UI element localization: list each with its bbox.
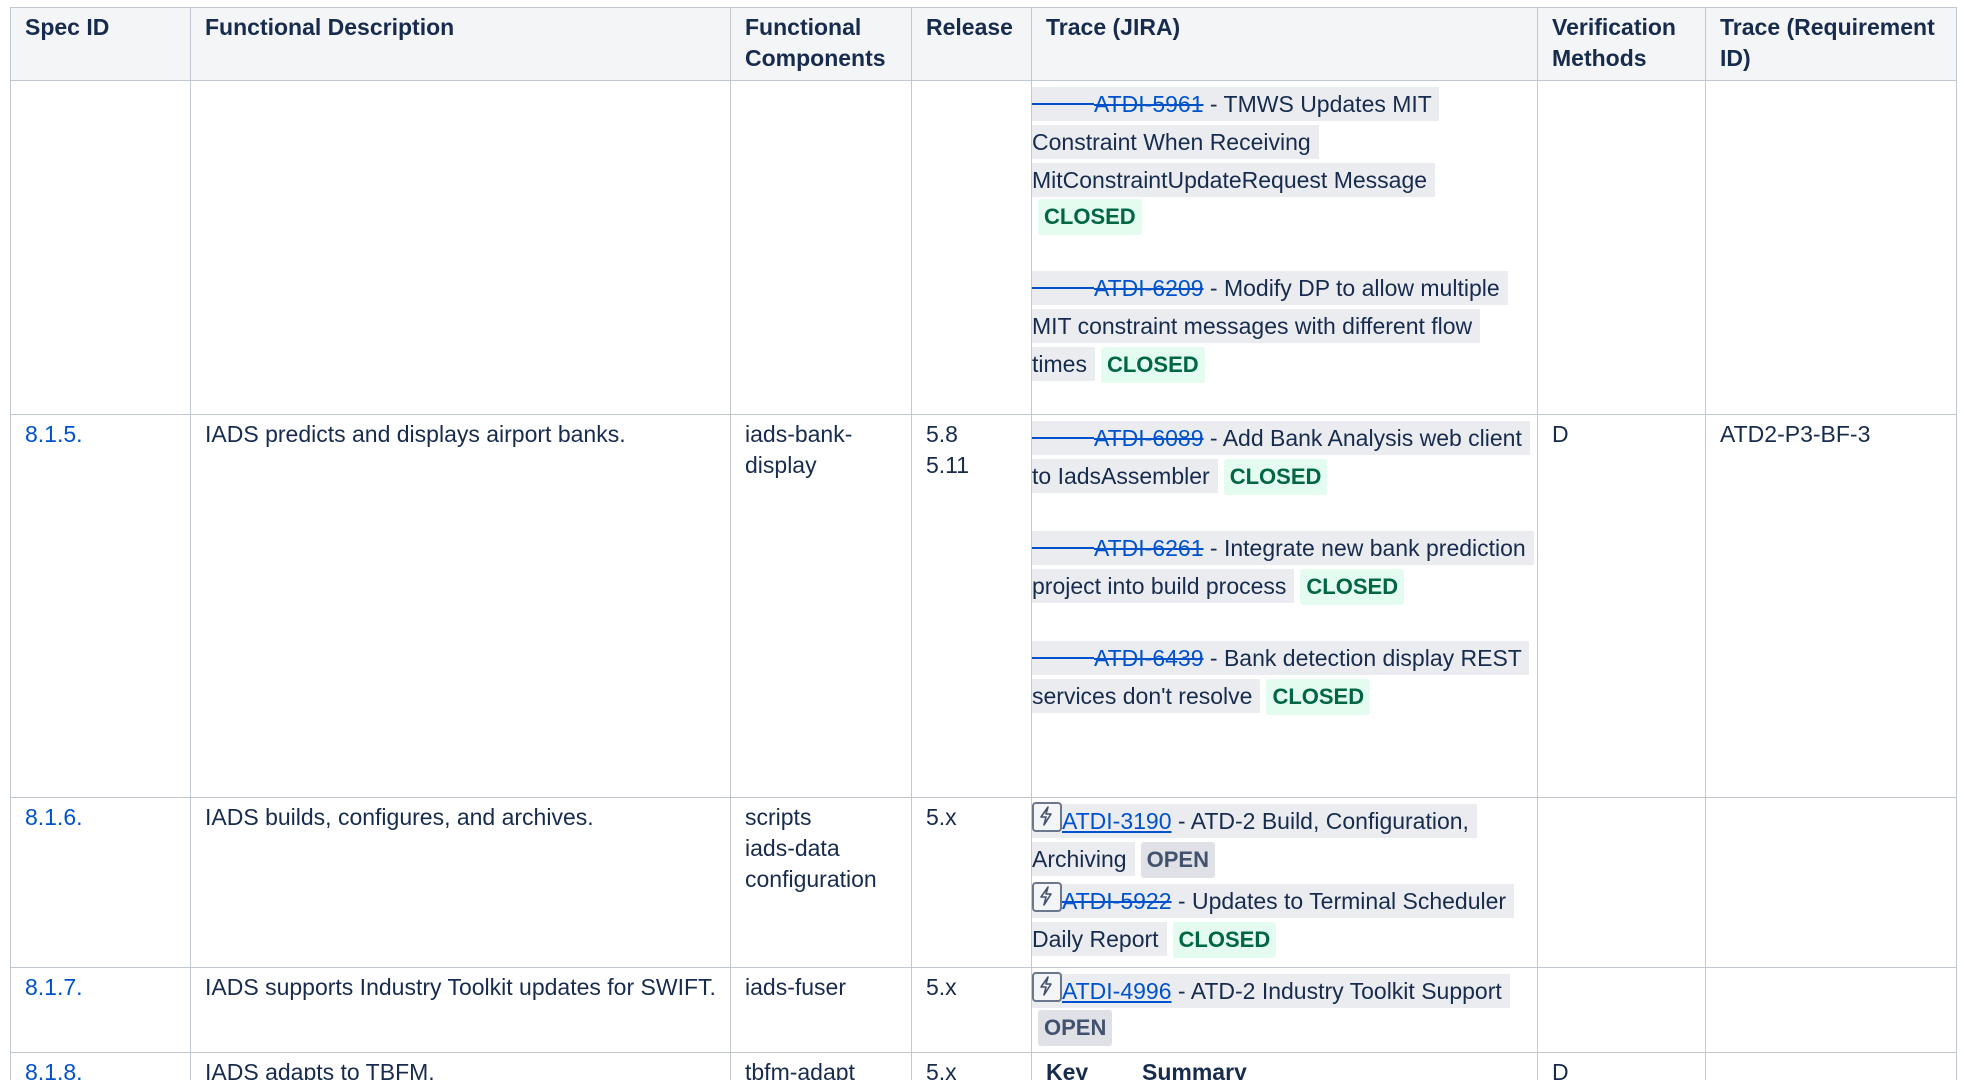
table-row: 8.1.7. IADS supports Industry Toolkit up… bbox=[10, 967, 1957, 1053]
component-value: configuration bbox=[745, 866, 877, 892]
issue-key-link[interactable]: ATDI-6261 bbox=[1094, 535, 1204, 561]
description-cell bbox=[190, 80, 731, 415]
table-row: 8.1.8. IADS adapts to TBFM. tbfm-adapt 5… bbox=[10, 1052, 1957, 1080]
verification-cell: D bbox=[1537, 414, 1706, 798]
spec-id-link[interactable]: 8.1.5. bbox=[25, 421, 83, 447]
page: Spec ID Functional Description Functiona… bbox=[0, 0, 1964, 1080]
release-value: 5.8 bbox=[926, 421, 958, 447]
status-badge: CLOSED bbox=[1300, 569, 1405, 605]
component-value: iads-data bbox=[745, 835, 840, 861]
jira-issue: ATDI-6209 - Modify DP to allow multiple … bbox=[1032, 269, 1531, 383]
col-header-trace-requirement-id[interactable]: Trace (Requirement ID) bbox=[1705, 7, 1957, 81]
col-header-functional-components[interactable]: Functional Components bbox=[730, 7, 912, 81]
spec-id-cell: 8.1.7. bbox=[10, 967, 191, 1053]
epic-lightning-icon bbox=[1032, 972, 1062, 1002]
components-cell: iads-fuser bbox=[730, 967, 912, 1053]
status-badge: CLOSED bbox=[1172, 922, 1277, 958]
components-cell bbox=[730, 80, 912, 415]
issue-key-link[interactable]: ATDI-5922 bbox=[1062, 888, 1172, 914]
release-cell: 5.x bbox=[911, 967, 1032, 1053]
description-cell: IADS adapts to TBFM. bbox=[190, 1052, 731, 1080]
status-badge: CLOSED bbox=[1038, 199, 1142, 235]
requirement-cell bbox=[1705, 80, 1957, 415]
release-value: 5.11 bbox=[926, 452, 970, 478]
description-cell: IADS supports Industry Toolkit updates f… bbox=[190, 967, 731, 1053]
subtable-header-key[interactable]: Key bbox=[1046, 1057, 1142, 1080]
jira-issue: ATDI-3190 - ATD-2 Build, Configuration, … bbox=[1032, 802, 1531, 878]
header-row: Spec ID Functional Description Functiona… bbox=[10, 7, 1957, 81]
issue-key-link[interactable]: ATDI-5961 bbox=[1094, 91, 1204, 117]
components-cell: iads-bank-display bbox=[730, 414, 912, 798]
jira-issue: ATDI-6261 - Integrate new bank predictio… bbox=[1032, 529, 1534, 605]
requirement-cell bbox=[1705, 967, 1957, 1053]
requirement-cell bbox=[1705, 1052, 1957, 1080]
trace-jira-cell: ATDI-6089 - Add Bank Analysis web client… bbox=[1031, 414, 1538, 798]
jira-issue: ATDI-5961 - TMWS Updates MIT Constraint … bbox=[1032, 85, 1531, 235]
status-badge: OPEN bbox=[1140, 842, 1215, 878]
col-header-trace-jira[interactable]: Trace (JIRA) bbox=[1031, 7, 1538, 81]
issue-key-link[interactable]: ATDI-6089 bbox=[1094, 425, 1204, 451]
release-cell: 5.x bbox=[911, 797, 1032, 968]
jira-issue: ATDI-5922 - Updates to Terminal Schedule… bbox=[1032, 882, 1531, 958]
spec-id-link[interactable]: 8.1.6. bbox=[25, 804, 83, 830]
epic-lightning-icon bbox=[1032, 882, 1062, 912]
verification-cell bbox=[1537, 967, 1706, 1053]
spec-id-cell bbox=[10, 80, 191, 415]
spec-id-link[interactable]: 8.1.8. bbox=[25, 1059, 83, 1080]
verification-cell: D bbox=[1537, 1052, 1706, 1080]
verification-cell bbox=[1537, 797, 1706, 968]
epic-lightning-icon bbox=[1032, 802, 1062, 832]
subtable-header-summary[interactable]: Summary bbox=[1142, 1057, 1247, 1080]
col-header-verification-methods[interactable]: Verification Methods bbox=[1537, 7, 1706, 81]
issue-key-link[interactable]: ATDI-6209 bbox=[1094, 275, 1204, 301]
requirement-cell bbox=[1705, 797, 1957, 968]
components-cell: tbfm-adapt bbox=[730, 1052, 912, 1080]
strike-marker bbox=[1032, 656, 1094, 659]
col-header-spec-id[interactable]: Spec ID bbox=[10, 7, 191, 81]
table-row: 8.1.6. IADS builds, configures, and arch… bbox=[10, 797, 1957, 968]
table-row: 8.1.5. IADS predicts and displays airpor… bbox=[10, 414, 1957, 798]
trace-jira-cell: ATDI-3190 - ATD-2 Build, Configuration, … bbox=[1031, 797, 1538, 968]
verification-cell bbox=[1537, 80, 1706, 415]
issue-key-link[interactable]: ATDI-4996 bbox=[1062, 978, 1172, 1004]
spec-id-link[interactable]: 8.1.7. bbox=[25, 974, 83, 1000]
col-header-functional-description[interactable]: Functional Description bbox=[190, 7, 731, 81]
trace-jira-cell: ATDI-5961 - TMWS Updates MIT Constraint … bbox=[1031, 80, 1538, 415]
trace-jira-cell: ATDI-4996 - ATD-2 Industry Toolkit Suppo… bbox=[1031, 967, 1538, 1053]
release-cell: 5.x bbox=[911, 1052, 1032, 1080]
release-cell: 5.8 5.11 bbox=[911, 414, 1032, 798]
description-cell: IADS builds, configures, and archives. bbox=[190, 797, 731, 968]
spec-id-cell: 8.1.5. bbox=[10, 414, 191, 798]
col-header-release[interactable]: Release bbox=[911, 7, 1032, 81]
issue-summary: TMWS Updates MIT Constraint When Receivi… bbox=[1032, 91, 1432, 193]
issue-key-link[interactable]: ATDI-6439 bbox=[1094, 645, 1204, 671]
table-row: ATDI-5961 - TMWS Updates MIT Constraint … bbox=[10, 80, 1957, 415]
strike-marker bbox=[1032, 436, 1094, 439]
status-badge: CLOSED bbox=[1100, 347, 1205, 383]
strike-marker bbox=[1032, 102, 1094, 105]
jira-issue: ATDI-4996 - ATD-2 Industry Toolkit Suppo… bbox=[1032, 972, 1531, 1046]
components-cell: scripts iads-data configuration bbox=[730, 797, 912, 968]
jira-issue: ATDI-6439 - Bank detection display REST … bbox=[1032, 639, 1531, 715]
status-badge: CLOSED bbox=[1266, 679, 1371, 715]
strike-marker bbox=[1032, 546, 1094, 549]
strike-marker bbox=[1032, 286, 1094, 289]
trace-jira-cell: Key Summary bbox=[1031, 1052, 1538, 1080]
component-value: scripts bbox=[745, 804, 812, 830]
status-badge: CLOSED bbox=[1223, 459, 1328, 495]
release-cell bbox=[911, 80, 1032, 415]
spec-table: Spec ID Functional Description Functiona… bbox=[10, 7, 1957, 1080]
jira-subtable-header: Key Summary bbox=[1046, 1057, 1523, 1080]
issue-key-link[interactable]: ATDI-3190 bbox=[1062, 808, 1172, 834]
requirement-cell: ATD2-P3-BF-3 bbox=[1705, 414, 1957, 798]
description-cell: IADS predicts and displays airport banks… bbox=[190, 414, 731, 798]
jira-issue: ATDI-6089 - Add Bank Analysis web client… bbox=[1032, 419, 1531, 495]
issue-summary: ATD-2 Industry Toolkit Support bbox=[1190, 978, 1502, 1004]
status-badge: OPEN bbox=[1038, 1010, 1113, 1046]
spec-id-cell: 8.1.8. bbox=[10, 1052, 191, 1080]
spec-id-cell: 8.1.6. bbox=[10, 797, 191, 968]
